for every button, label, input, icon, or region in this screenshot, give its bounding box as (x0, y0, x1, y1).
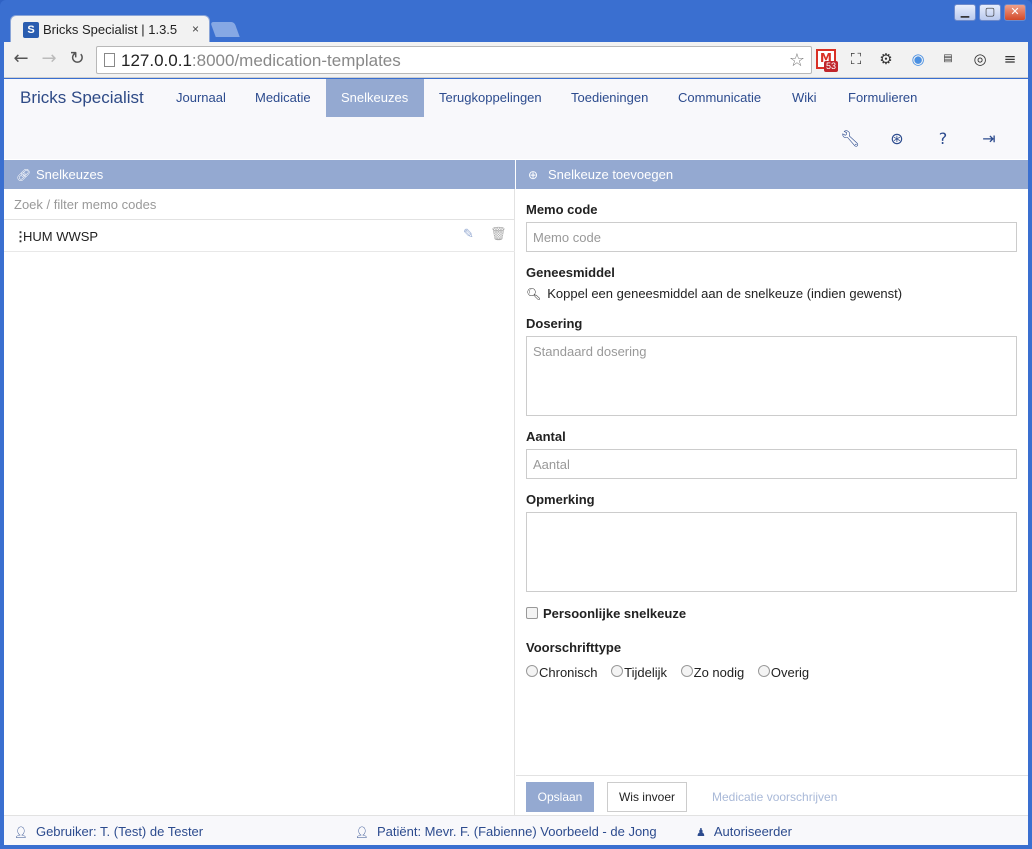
extension-grid-icon[interactable]: ▤ (938, 49, 958, 69)
gear-icon[interactable]: ⚙ (876, 49, 896, 69)
status-user: 👤︎ Gebruiker: T. (Test) de Tester (14, 824, 204, 839)
tab-close-icon[interactable]: × (192, 22, 199, 36)
screen-capture-icon[interactable]: ⛶ (846, 49, 866, 69)
memo-code-input[interactable]: Memo code (526, 222, 1017, 252)
trash-icon[interactable]: 🗑︎ (490, 227, 507, 242)
prescribe-link[interactable]: Medicatie voorschrijven (712, 782, 837, 812)
browser-window: S Bricks Specialist | 1.3.5 × ▁ ▢ ✕ ← → … (0, 0, 1032, 849)
plus-circle-icon: ⊕ (528, 168, 539, 182)
url-text: 127.0.0.1:8000/medication-templates (121, 51, 401, 70)
lifebuoy-icon[interactable]: ⊛ (887, 129, 907, 149)
tab-title: Bricks Specialist | 1.3.5 (43, 22, 178, 37)
add-snelkeuze-form: Memo code Memo code Geneesmiddel 🔍︎ Koppe… (516, 189, 1028, 815)
color-wheel-icon[interactable]: ◎ (970, 49, 990, 69)
nav-terugkoppelingen[interactable]: Terugkoppelingen (424, 79, 557, 117)
minimize-icon[interactable]: ▁ (954, 4, 976, 21)
opmerking-label: Opmerking (526, 492, 595, 507)
voorschrifttype-label: Voorschrifttype (526, 640, 622, 655)
opmerking-textarea[interactable] (526, 512, 1017, 592)
voorschrifttype-radio-group: Chronisch Tijdelijk Zo nodig Overig (526, 665, 819, 680)
menu-icon[interactable]: ≡ (1000, 49, 1020, 69)
nav-wiki[interactable]: Wiki (777, 79, 832, 117)
user-md-icon: 👤︎ (14, 826, 28, 839)
browser-tab[interactable]: S Bricks Specialist | 1.3.5 × (10, 15, 210, 43)
nav-medicatie[interactable]: Medicatie (240, 79, 326, 117)
save-button[interactable]: Opslaan (526, 782, 594, 812)
filter-input[interactable]: Zoek / filter memo codes (4, 189, 515, 220)
nav-toedieningen[interactable]: Toedieningen (556, 79, 663, 117)
list-item[interactable]: ⋮ HUM WWSP ✎ 🗑︎ (4, 221, 515, 252)
forward-icon[interactable]: → (38, 48, 60, 70)
app-container: Bricks Specialist Journaal Medicatie Sne… (4, 79, 1028, 845)
form-actions: Opslaan Wis invoer Medicatie voorschrijv… (516, 775, 1028, 815)
page-icon (104, 53, 115, 67)
snelkeuzes-panel-header: 🔗︎ Snelkeuzes (4, 160, 515, 189)
window-close-icon[interactable]: ✕ (1004, 4, 1026, 21)
status-role: ♟ Autoriseerder (696, 824, 792, 839)
bookmark-star-icon[interactable]: ☆ (789, 50, 805, 71)
search-icon: 🔍︎ (526, 287, 542, 301)
back-icon[interactable]: ← (10, 48, 32, 70)
favicon-icon: S (23, 22, 39, 38)
nav-journaal[interactable]: Journaal (161, 79, 241, 117)
dosering-textarea[interactable]: Standaard dosering (526, 336, 1017, 416)
persoonlijke-snelkeuze-row[interactable]: Persoonlijke snelkeuze (526, 606, 686, 621)
logout-icon[interactable]: ⇥ (979, 129, 999, 149)
browser-toolbar: ← → ↻ 127.0.0.1:8000/medication-template… (4, 42, 1028, 78)
clear-button[interactable]: Wis invoer (607, 782, 687, 812)
persoonlijke-checkbox[interactable] (526, 607, 538, 619)
radio-chronisch[interactable]: Chronisch (526, 665, 598, 680)
radio-overig[interactable]: Overig (757, 665, 809, 680)
radio-zo-nodig[interactable]: Zo nodig (680, 665, 744, 680)
aantal-label: Aantal (526, 429, 566, 444)
link-medicine-search[interactable]: 🔍︎ Koppel een geneesmiddel aan de snelkeu… (526, 286, 902, 301)
extension-circle-icon[interactable]: ◉ (908, 49, 928, 69)
add-snelkeuze-panel-header: ⊕ Snelkeuze toevoegen (516, 160, 1028, 189)
dosering-label: Dosering (526, 316, 583, 331)
aantal-input[interactable]: Aantal (526, 449, 1017, 479)
geneesmiddel-label: Geneesmiddel (526, 265, 615, 280)
panel-title: Snelkeuzes (36, 167, 104, 182)
memo-code-label: Memo code (526, 202, 598, 217)
reload-icon[interactable]: ↻ (66, 48, 88, 70)
pencil-icon[interactable]: ✎ (463, 227, 474, 242)
nav-formulieren[interactable]: Formulieren (833, 79, 932, 117)
wrench-icon[interactable]: 🔧︎ (840, 129, 860, 149)
snelkeuzes-list-panel: Zoek / filter memo codes ⋮ HUM WWSP ✎ 🗑︎ (4, 189, 515, 815)
status-bar: 👤︎ Gebruiker: T. (Test) de Tester 👤︎ Patië… (4, 815, 1028, 845)
gmail-badge: 53 (824, 61, 839, 72)
address-bar[interactable]: 127.0.0.1:8000/medication-templates ☆ (96, 46, 812, 74)
memo-code-text: HUM WWSP (23, 229, 99, 244)
nav-communicatie[interactable]: Communicatie (663, 79, 776, 117)
person-icon: ♟ (696, 826, 706, 839)
app-navbar: Bricks Specialist Journaal Medicatie Sne… (4, 79, 1028, 159)
status-patient: 👤︎ Patiënt: Mevr. F. (Fabienne) Voorbeeld… (355, 824, 657, 839)
radio-tijdelijk[interactable]: Tijdelijk (611, 665, 667, 680)
user-icon: 👤︎ (355, 826, 369, 839)
help-icon[interactable]: ? (933, 129, 953, 149)
panel-title: Snelkeuze toevoegen (548, 167, 674, 182)
new-tab-button[interactable] (210, 22, 240, 37)
maximize-icon[interactable]: ▢ (979, 4, 1001, 21)
nav-snelkeuzes[interactable]: Snelkeuzes (326, 79, 424, 117)
tab-strip: S Bricks Specialist | 1.3.5 × ▁ ▢ ✕ (0, 0, 1032, 43)
app-brand[interactable]: Bricks Specialist (20, 88, 144, 108)
persoonlijke-label: Persoonlijke snelkeuze (543, 606, 687, 621)
link-icon: 🔗︎ (16, 168, 32, 182)
